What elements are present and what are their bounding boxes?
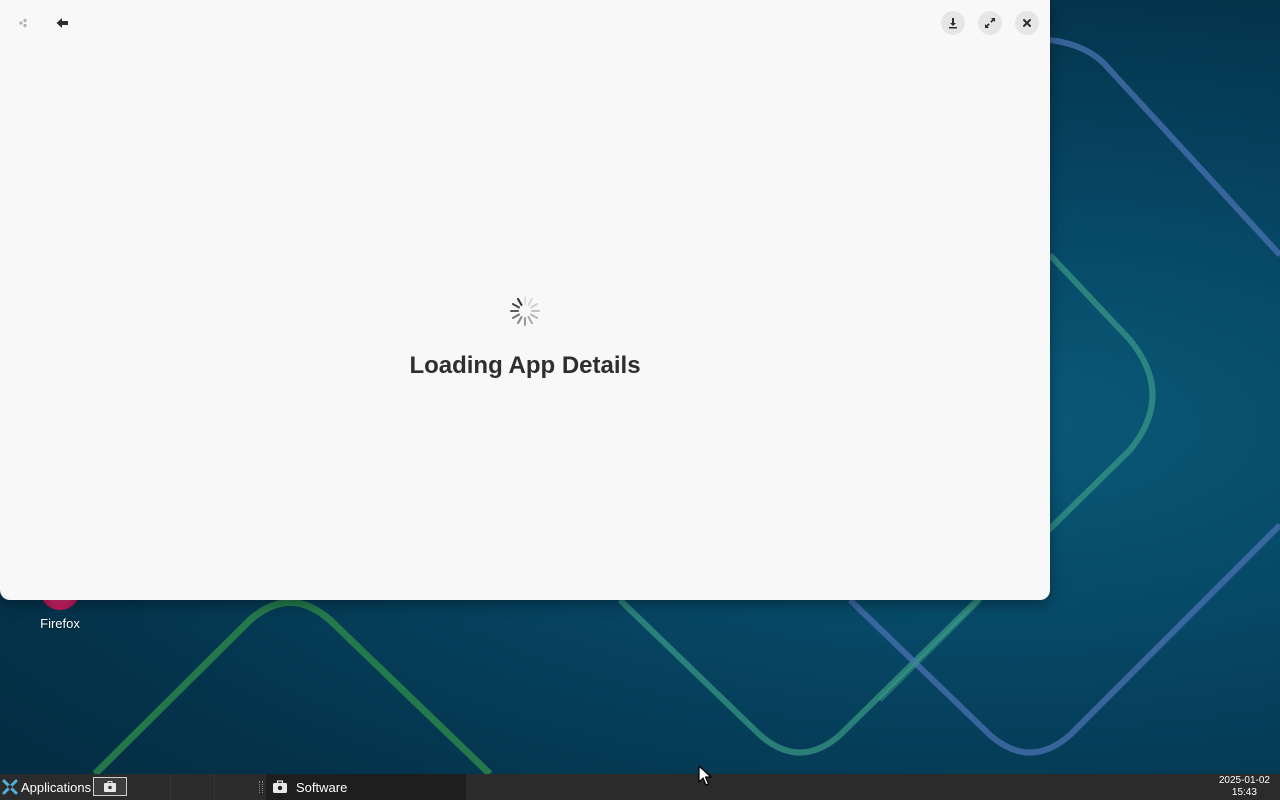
maximize-icon	[985, 18, 995, 28]
back-button[interactable]	[50, 11, 74, 35]
xfce-logo-icon	[2, 779, 18, 795]
taskbar: Applications Software 2025-01-02 15:43	[0, 774, 1280, 800]
mouse-cursor-icon	[698, 765, 712, 786]
close-icon	[1023, 19, 1031, 27]
tasklist-handle[interactable]	[259, 781, 263, 793]
taskbar-separator	[170, 774, 171, 800]
software-icon	[273, 780, 287, 793]
download-button[interactable]	[941, 11, 965, 35]
software-window: Loading App Details	[0, 0, 1050, 600]
clock[interactable]: 2025-01-02 15:43	[1219, 775, 1270, 799]
taskbar-item-software[interactable]: Software	[266, 774, 466, 800]
close-button[interactable]	[1015, 11, 1039, 35]
desktop-icon-label: Firefox	[40, 616, 80, 631]
clock-date: 2025-01-02	[1218, 775, 1270, 786]
software-icon[interactable]	[11, 11, 35, 35]
applications-label: Applications	[21, 779, 92, 795]
loading-spinner-icon	[510, 296, 540, 326]
loading-title: Loading App Details	[409, 352, 641, 379]
maximize-button[interactable]	[978, 11, 1002, 35]
applications-menu-button[interactable]: Applications	[0, 774, 92, 800]
download-icon	[949, 18, 957, 29]
clock-time: 15:43	[1231, 787, 1257, 798]
software-icon	[104, 780, 116, 792]
workspace-switcher[interactable]	[93, 777, 127, 796]
taskbar-separator	[214, 774, 215, 800]
back-arrow-icon	[56, 18, 68, 28]
taskbar-item-label: Software	[296, 779, 348, 795]
